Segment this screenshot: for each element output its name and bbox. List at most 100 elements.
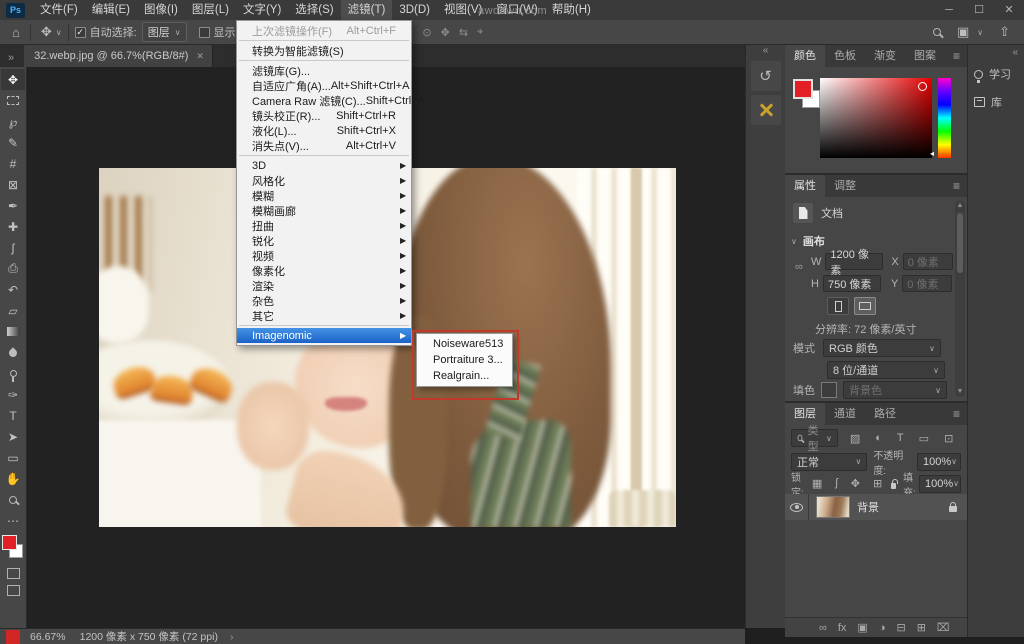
filter-menu-item-distort[interactable]: 扭曲▶ (237, 218, 411, 233)
layer-row-background[interactable]: 背景 (785, 494, 967, 520)
3d-pan-icon[interactable]: ✥ (441, 26, 450, 39)
blur-tool[interactable] (1, 342, 25, 363)
panel-menu-icon[interactable]: ≡ (946, 175, 967, 197)
brush-tool[interactable]: ʃ (1, 237, 25, 258)
constrain-link-icon[interactable]: ∞ (795, 261, 803, 273)
portrait-orientation-button[interactable] (827, 297, 849, 315)
filter-shape-layers-icon[interactable]: ▭ (919, 432, 929, 445)
tab-color[interactable]: 颜色 (785, 45, 825, 67)
tab-overflow-icon[interactable]: » (0, 52, 24, 67)
zoom-tool[interactable] (1, 489, 25, 510)
zoom-level-field[interactable]: 66.67% (30, 631, 66, 643)
bit-depth-select[interactable]: 8 位/通道∨ (827, 361, 945, 379)
add-mask-icon[interactable]: ▣ (857, 621, 867, 634)
menubar-item-layer[interactable]: 图层(L) (185, 0, 236, 20)
submenu-item-noiseware[interactable]: Noiseware513 (417, 336, 512, 352)
opacity-select[interactable]: 100%∨ (917, 453, 961, 471)
tab-properties[interactable]: 属性 (785, 175, 825, 197)
tab-swatches[interactable]: 色板 (825, 45, 865, 67)
color-mode-select[interactable]: RGB 颜色∨ (823, 339, 941, 357)
show-transform-checkbox[interactable] (199, 27, 210, 38)
menubar-item-file[interactable]: 文件(F) (33, 0, 85, 20)
pen-tool[interactable]: ✑ (1, 384, 25, 405)
foreground-color-swatch[interactable] (2, 535, 17, 550)
learn-panel-button[interactable]: 学习 (968, 60, 1024, 88)
menubar-item-type[interactable]: 文字(Y) (236, 0, 288, 20)
foreground-color-swatch[interactable] (793, 79, 813, 99)
filter-menu-item-stylize[interactable]: 风格化▶ (237, 173, 411, 188)
filter-menu-item-imagenomic[interactable]: Imagenomic▶ (237, 328, 411, 343)
auto-select-checkbox[interactable]: ✓ (75, 27, 86, 38)
hand-tool[interactable]: ✋ (1, 468, 25, 489)
close-icon[interactable]: ✕ (196, 51, 204, 62)
healing-brush-tool[interactable]: ✚ (1, 216, 25, 237)
landscape-orientation-button[interactable] (854, 297, 876, 315)
filter-menu-item-sharpen[interactable]: 锐化▶ (237, 233, 411, 248)
frame-tool[interactable]: ⊠ (1, 174, 25, 195)
filter-menu-item-3d[interactable]: 3D▶ (237, 158, 411, 173)
3d-slide-icon[interactable]: ⇆ (459, 26, 468, 39)
auto-select-target-dropdown[interactable]: 图层 ∨ (142, 22, 187, 42)
color-picker-marker[interactable] (918, 82, 927, 91)
filter-menu-item-vanishing-point[interactable]: 消失点(V)...Alt+Ctrl+V (237, 138, 411, 153)
gradient-tool[interactable] (1, 321, 25, 342)
eyedropper-tool[interactable]: ✒ (1, 195, 25, 216)
filter-menu-item-render[interactable]: 渲染▶ (237, 278, 411, 293)
submenu-item-realgrain[interactable]: Realgrain... (417, 368, 512, 384)
visibility-cell[interactable] (785, 494, 809, 520)
width-field[interactable]: 1200 像素 (825, 253, 883, 270)
search-icon[interactable] (933, 28, 941, 36)
filter-menu-item-blur[interactable]: 模糊▶ (237, 188, 411, 203)
chevron-down-icon[interactable]: ∨ (977, 28, 983, 37)
filter-menu-item-pixelate[interactable]: 像素化▶ (237, 263, 411, 278)
delete-layer-icon[interactable]: ⌧ (937, 621, 950, 634)
libraries-panel-button[interactable]: 库 (968, 88, 1024, 116)
filter-menu-item-other[interactable]: 其它▶ (237, 308, 411, 323)
lock-pixels-icon[interactable]: ʃ (835, 477, 837, 490)
filter-menu-item-convert-smart-filters[interactable]: 转换为智能滤镜(S) (237, 43, 411, 58)
move-tool[interactable]: ✥ (1, 69, 25, 90)
menubar-item-help[interactable]: 帮助(H) (545, 0, 598, 20)
x-field[interactable]: 0 像素 (903, 253, 953, 270)
submenu-item-portraiture[interactable]: Portraiture 3... (417, 352, 512, 368)
dodge-tool[interactable] (1, 363, 25, 384)
path-selection-tool[interactable]: ➤ (1, 426, 25, 447)
chevron-down-icon[interactable]: ∨ (56, 28, 62, 37)
layer-thumbnail[interactable] (816, 496, 850, 518)
filter-smart-objects-icon[interactable]: ⊡ (944, 432, 953, 445)
hue-slider[interactable] (938, 78, 951, 158)
menubar-item-3d[interactable]: 3D(D) (392, 0, 437, 20)
layer-filter-kind-select[interactable]: 类型∨ (791, 429, 838, 447)
lock-all-icon[interactable] (891, 483, 896, 489)
fill-color-swatch[interactable] (821, 382, 837, 398)
filter-menu-item-video[interactable]: 视频▶ (237, 248, 411, 263)
home-icon[interactable]: ⌂ (8, 25, 24, 40)
lock-position-icon[interactable]: ✥ (851, 477, 860, 490)
workspace-icon[interactable]: ▣ (953, 24, 973, 40)
filter-menu-item-blur-gallery[interactable]: 模糊画廊▶ (237, 203, 411, 218)
quick-selection-tool[interactable]: ✎ (1, 132, 25, 153)
status-chevron-icon[interactable]: › (230, 631, 234, 643)
new-group-icon[interactable]: ⊟ (896, 621, 905, 634)
scroll-down-icon[interactable]: ▼ (955, 387, 965, 397)
history-brush-tool[interactable]: ↶ (1, 279, 25, 300)
menubar-item-edit[interactable]: 编辑(E) (85, 0, 137, 20)
tab-adjustments[interactable]: 调整 (825, 175, 865, 197)
filter-menu-item-last-filter[interactable]: 上次滤镜操作(F)Alt+Ctrl+F (237, 23, 411, 38)
adjustment-layer-icon[interactable]: ◑ (879, 622, 886, 634)
tab-paths[interactable]: 路径 (865, 403, 905, 425)
type-tool[interactable]: T (1, 405, 25, 426)
minimize-button[interactable]: ─ (934, 0, 964, 20)
3d-camera-icon[interactable]: ⌖ (477, 26, 483, 39)
fill-select[interactable]: 背景色∨ (843, 381, 947, 399)
filter-menu-item-adaptive-wide-angle[interactable]: 自适应广角(A)...Alt+Shift+Ctrl+A (237, 78, 411, 93)
link-layers-icon[interactable]: ∞ (819, 622, 827, 634)
hue-slider-marker[interactable]: ◂ (930, 149, 934, 158)
layer-effects-icon[interactable]: fx (838, 622, 847, 634)
history-panel-icon[interactable]: ↺ (751, 61, 781, 91)
panel-menu-icon[interactable]: ≡ (946, 403, 967, 425)
rectangle-tool[interactable]: ▭ (1, 447, 25, 468)
screen-mode-icon[interactable] (7, 585, 20, 596)
scroll-up-icon[interactable]: ▲ (955, 201, 965, 211)
new-layer-icon[interactable]: ⊞ (917, 621, 926, 634)
